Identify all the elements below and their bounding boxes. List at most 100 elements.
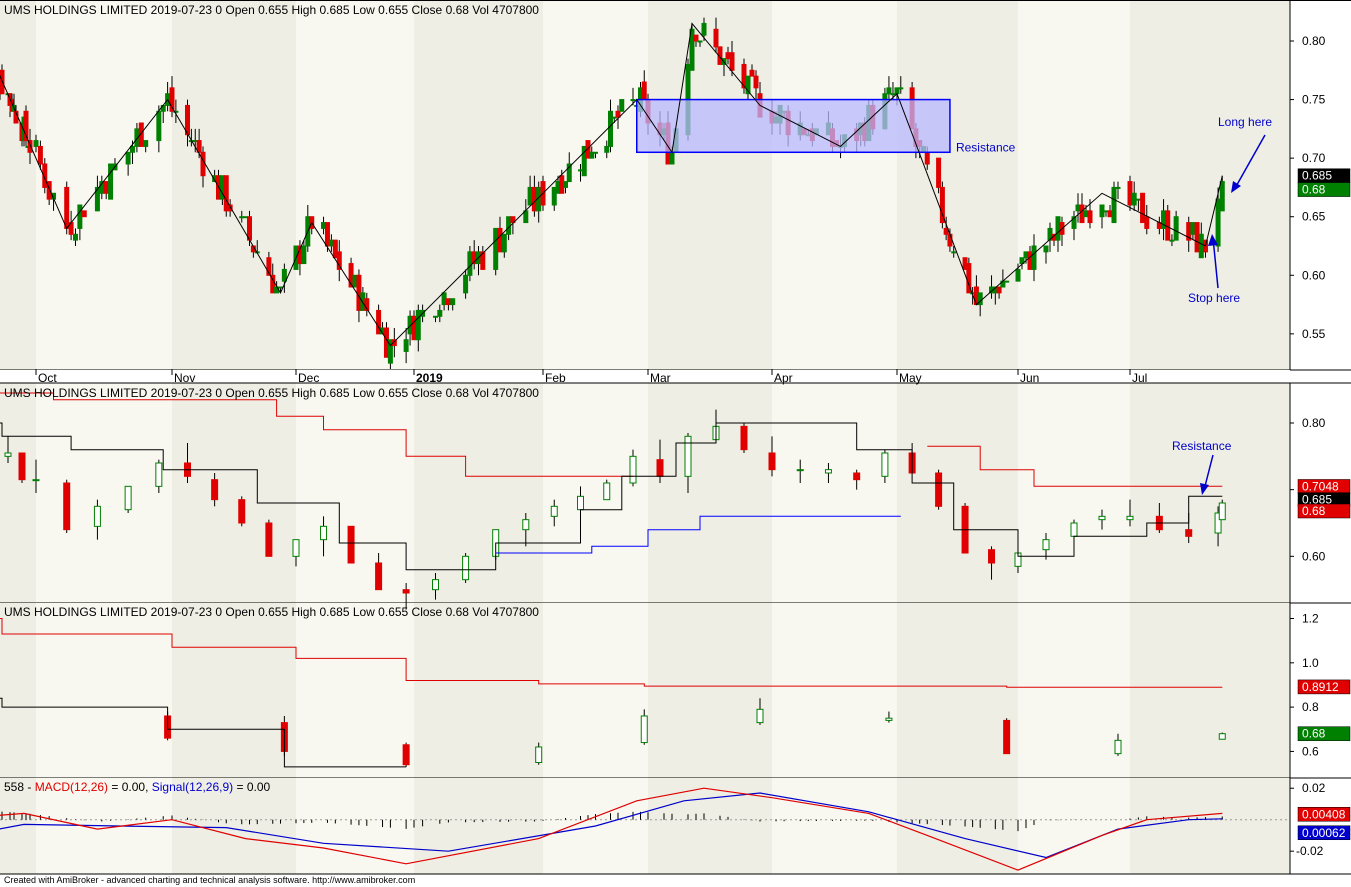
candle xyxy=(265,519,273,557)
candle-body xyxy=(411,315,417,341)
candle-body xyxy=(630,99,636,102)
candle-body xyxy=(1079,204,1085,224)
month-band xyxy=(1018,603,1130,778)
candle-body xyxy=(324,222,330,247)
candle-body xyxy=(497,227,503,253)
candle-body xyxy=(656,459,664,477)
candle-body xyxy=(1083,210,1089,218)
month-band xyxy=(1130,778,1290,874)
macd-header-part: = 0.00 xyxy=(233,780,270,794)
panel-1-background xyxy=(0,383,1290,603)
candle-body xyxy=(936,157,942,188)
x-tick-label: Dec xyxy=(298,371,319,385)
candle-body xyxy=(898,87,904,90)
candle-body xyxy=(124,485,132,511)
x-tick-label: Oct xyxy=(38,371,57,385)
candle-body xyxy=(1055,216,1061,241)
candle xyxy=(23,105,29,147)
candle-body xyxy=(853,472,861,481)
candle xyxy=(1218,499,1226,521)
candle xyxy=(1194,222,1200,253)
candle-body xyxy=(604,145,610,153)
candle-body xyxy=(1140,192,1146,224)
candle-body xyxy=(467,251,473,276)
x-tick-label: May xyxy=(899,371,922,385)
monthly-panel-header: UMS HOLDINGS LIMITED 2019-07-23 0 Open 0… xyxy=(4,605,539,619)
month-band xyxy=(772,383,897,603)
candle-body xyxy=(1126,515,1134,521)
month-band xyxy=(648,603,772,778)
x-tick-label: Apr xyxy=(774,371,793,385)
month-band xyxy=(414,603,543,778)
y-tick-label: -0.02 xyxy=(1296,844,1324,858)
candle-body xyxy=(415,309,421,341)
candle-body xyxy=(281,268,287,282)
candle xyxy=(740,423,748,453)
candle-body xyxy=(1087,210,1093,224)
month-band xyxy=(897,383,1018,603)
candle-body xyxy=(93,505,101,527)
candle-body xyxy=(886,87,892,95)
candle-body xyxy=(301,245,307,265)
candle xyxy=(108,163,114,200)
candle-body xyxy=(1107,210,1113,218)
candle-body xyxy=(402,744,410,766)
candle-body xyxy=(924,151,930,165)
candle-body xyxy=(1099,204,1105,218)
candle xyxy=(81,210,87,218)
candle-body xyxy=(376,309,382,335)
month-band xyxy=(543,603,648,778)
candle-body xyxy=(383,327,389,358)
candle xyxy=(1004,280,1010,283)
y-tick-label: 0.55 xyxy=(1302,327,1326,341)
candle-body xyxy=(988,549,996,564)
candle xyxy=(1140,192,1146,224)
candle-body xyxy=(352,274,358,288)
candle-body xyxy=(1135,198,1141,201)
panel-2-background xyxy=(0,603,1290,778)
candle-body xyxy=(697,40,703,43)
candle xyxy=(402,742,410,767)
candle-body xyxy=(375,562,383,591)
candle xyxy=(939,181,945,229)
candle-body xyxy=(753,75,759,89)
candle-body xyxy=(402,589,410,594)
candle xyxy=(238,496,246,527)
candle xyxy=(63,479,71,533)
candle-body xyxy=(890,93,896,96)
candle-body xyxy=(103,181,109,194)
candle-body xyxy=(18,452,26,481)
candle-body xyxy=(1194,222,1200,253)
candle-body xyxy=(1042,539,1050,551)
candle-body xyxy=(321,222,327,229)
x-tick-label: Jul xyxy=(1132,371,1147,385)
candle-body xyxy=(577,495,584,511)
last-close-label: 0.68 xyxy=(1302,183,1326,197)
candle-body xyxy=(619,99,625,112)
candle-body xyxy=(1027,251,1033,270)
month-band xyxy=(172,0,296,370)
candle-body xyxy=(615,110,621,118)
candle-body xyxy=(445,298,451,306)
month-band xyxy=(897,778,1018,874)
candle-body xyxy=(1127,181,1133,206)
candle-body xyxy=(64,186,70,229)
candle-body xyxy=(1190,222,1196,235)
y-tick-label: 0.6 xyxy=(1302,744,1319,758)
candle-body xyxy=(77,204,83,229)
y-tick-label: 0.60 xyxy=(1302,549,1326,563)
candle-body xyxy=(1003,719,1011,755)
month-band xyxy=(1018,383,1130,603)
candle xyxy=(493,227,499,276)
candle-body xyxy=(523,210,529,224)
macd-header-part: Signal(12,26,9) xyxy=(152,780,233,794)
candle-body xyxy=(1031,245,1037,270)
candle-body xyxy=(63,482,71,531)
candle-body xyxy=(125,151,131,165)
candle-body xyxy=(501,233,507,253)
candle-body xyxy=(1098,515,1106,521)
candle-body xyxy=(320,525,328,541)
month-band xyxy=(648,383,772,603)
candle-body xyxy=(550,505,558,517)
candle-body xyxy=(756,708,764,724)
